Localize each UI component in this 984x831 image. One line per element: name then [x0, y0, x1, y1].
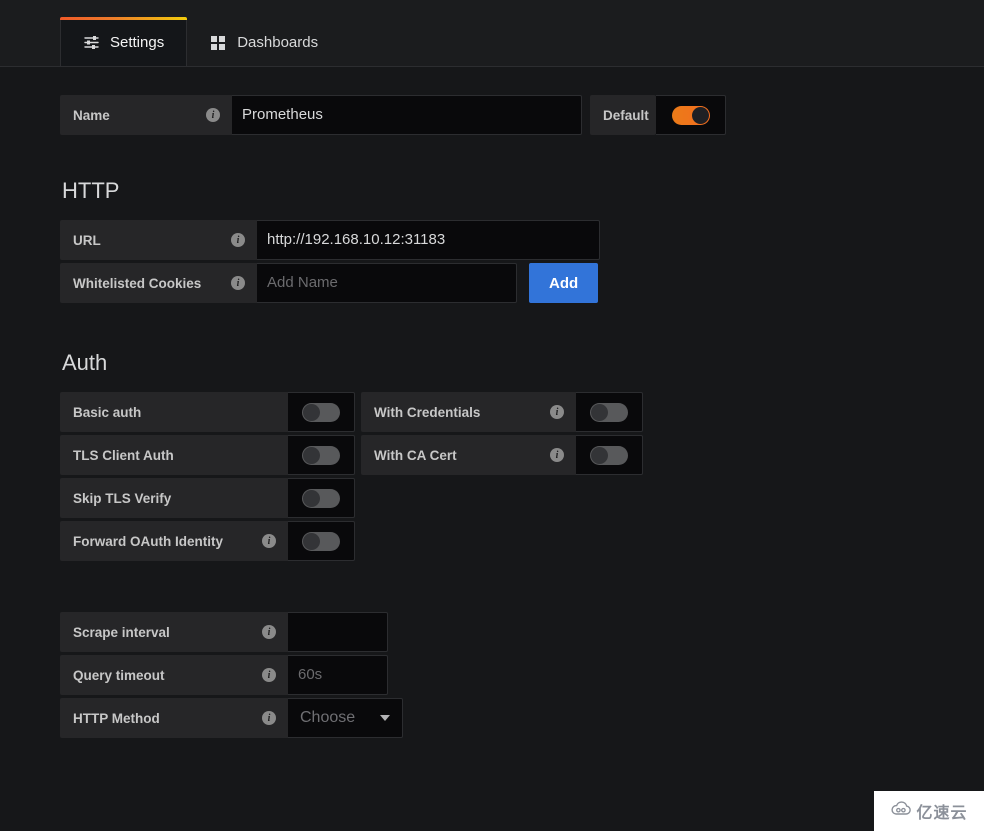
skip-tls-verify-toggle[interactable] — [302, 488, 340, 508]
tls-client-auth-toggle-cell — [288, 435, 355, 475]
toggle-knob — [591, 446, 608, 464]
with-credentials-toggle-cell — [576, 392, 643, 432]
forward-oauth-identity-toggle-cell — [288, 521, 355, 561]
tls-client-auth-label: TLS Client Auth — [60, 435, 288, 475]
url-input[interactable]: http://192.168.10.12:31183 — [257, 220, 600, 260]
skip-tls-verify-toggle-cell — [288, 478, 355, 518]
with-ca-cert-toggle-cell — [576, 435, 643, 475]
toggle-knob — [303, 489, 320, 507]
watermark-text: 亿速云 — [916, 805, 968, 822]
forward-oauth-identity-toggle[interactable] — [302, 531, 340, 551]
skip-tls-verify-label: Skip TLS Verify — [60, 478, 288, 518]
datasource-settings-page: Name i Prometheus Default HTTP URL i htt… — [0, 67, 984, 738]
tab-settings-label: Settings — [110, 34, 165, 51]
cloud-icon — [890, 800, 912, 822]
toggle-knob — [303, 446, 320, 464]
query-timeout-row: Query timeout i 60s — [60, 655, 984, 695]
with-credentials-toggle[interactable] — [590, 402, 628, 422]
toggle-knob — [303, 403, 320, 421]
toggle-knob — [591, 403, 608, 421]
query-timeout-label: Query timeout i — [60, 655, 288, 695]
scrape-interval-label: Scrape interval i — [60, 612, 288, 652]
name-row: Name i Prometheus Default — [60, 95, 984, 135]
tls-client-auth-group: TLS Client Auth — [60, 435, 355, 475]
info-icon[interactable]: i — [262, 668, 276, 682]
info-icon[interactable]: i — [550, 405, 564, 419]
whitelisted-cookies-input[interactable]: Add Name — [257, 263, 517, 303]
chevron-down-icon — [380, 715, 390, 721]
query-timeout-input[interactable]: 60s — [288, 655, 388, 695]
info-icon[interactable]: i — [206, 108, 220, 122]
tab-settings[interactable]: Settings — [60, 17, 188, 66]
with-ca-cert-label: With CA Cert i — [361, 435, 576, 475]
default-toggle-cell — [656, 95, 726, 135]
auth-section-title: Auth — [62, 350, 108, 375]
info-icon[interactable]: i — [262, 711, 276, 725]
grid-apps-icon — [210, 34, 227, 51]
default-toggle-group: Default — [590, 95, 726, 135]
auth-row-basic: Basic auth With Credentials i — [60, 392, 984, 432]
tls-client-auth-toggle[interactable] — [302, 445, 340, 465]
whitelisted-cookies-row: Whitelisted Cookies i Add Name Add — [60, 263, 984, 303]
http-method-row: HTTP Method i Choose — [60, 698, 984, 738]
info-icon[interactable]: i — [550, 448, 564, 462]
with-ca-cert-toggle[interactable] — [590, 445, 628, 465]
info-icon[interactable]: i — [262, 625, 276, 639]
toggle-knob — [691, 106, 709, 124]
http-method-label: HTTP Method i — [60, 698, 288, 738]
datasource-tabbar: Settings Dashboards — [0, 0, 984, 67]
with-ca-cert-group: With CA Cert i — [361, 435, 643, 475]
add-cookie-button[interactable]: Add — [529, 263, 599, 303]
whitelisted-cookies-label: Whitelisted Cookies i — [60, 263, 257, 303]
info-icon[interactable]: i — [231, 276, 245, 290]
name-label: Name i — [60, 95, 232, 135]
auth-row-forward-oauth: Forward OAuth Identity i — [60, 521, 984, 561]
auth-row-tls: TLS Client Auth With CA Cert i — [60, 435, 984, 475]
tab-dashboards-label: Dashboards — [237, 34, 319, 51]
url-label: URL i — [60, 220, 257, 260]
forward-oauth-identity-label: Forward OAuth Identity i — [60, 521, 288, 561]
auth-row-skip-tls: Skip TLS Verify — [60, 478, 984, 518]
name-input[interactable]: Prometheus — [232, 95, 582, 135]
http-section-title: HTTP — [62, 178, 120, 203]
scrape-interval-input[interactable] — [288, 612, 388, 652]
default-label: Default — [590, 95, 656, 135]
cookies-field-group: Whitelisted Cookies i Add Name — [60, 263, 517, 303]
tab-dashboards[interactable]: Dashboards — [187, 18, 341, 66]
default-toggle[interactable] — [671, 105, 710, 125]
info-icon[interactable]: i — [262, 534, 276, 548]
name-field-group: Name i Prometheus — [60, 95, 582, 135]
watermark: 亿速云 — [874, 791, 984, 831]
basic-auth-toggle[interactable] — [302, 402, 340, 422]
url-row: URL i http://192.168.10.12:31183 — [60, 220, 984, 260]
toggle-knob — [303, 532, 320, 550]
basic-auth-group: Basic auth — [60, 392, 355, 432]
basic-auth-label: Basic auth — [60, 392, 288, 432]
scrape-interval-row: Scrape interval i — [60, 612, 984, 652]
http-method-select[interactable]: Choose — [288, 698, 403, 738]
sliders-icon — [83, 34, 100, 51]
http-method-selected-value: Choose — [300, 709, 356, 726]
info-icon[interactable]: i — [231, 233, 245, 247]
with-credentials-label: With Credentials i — [361, 392, 576, 432]
basic-auth-toggle-cell — [288, 392, 355, 432]
with-credentials-group: With Credentials i — [361, 392, 643, 432]
